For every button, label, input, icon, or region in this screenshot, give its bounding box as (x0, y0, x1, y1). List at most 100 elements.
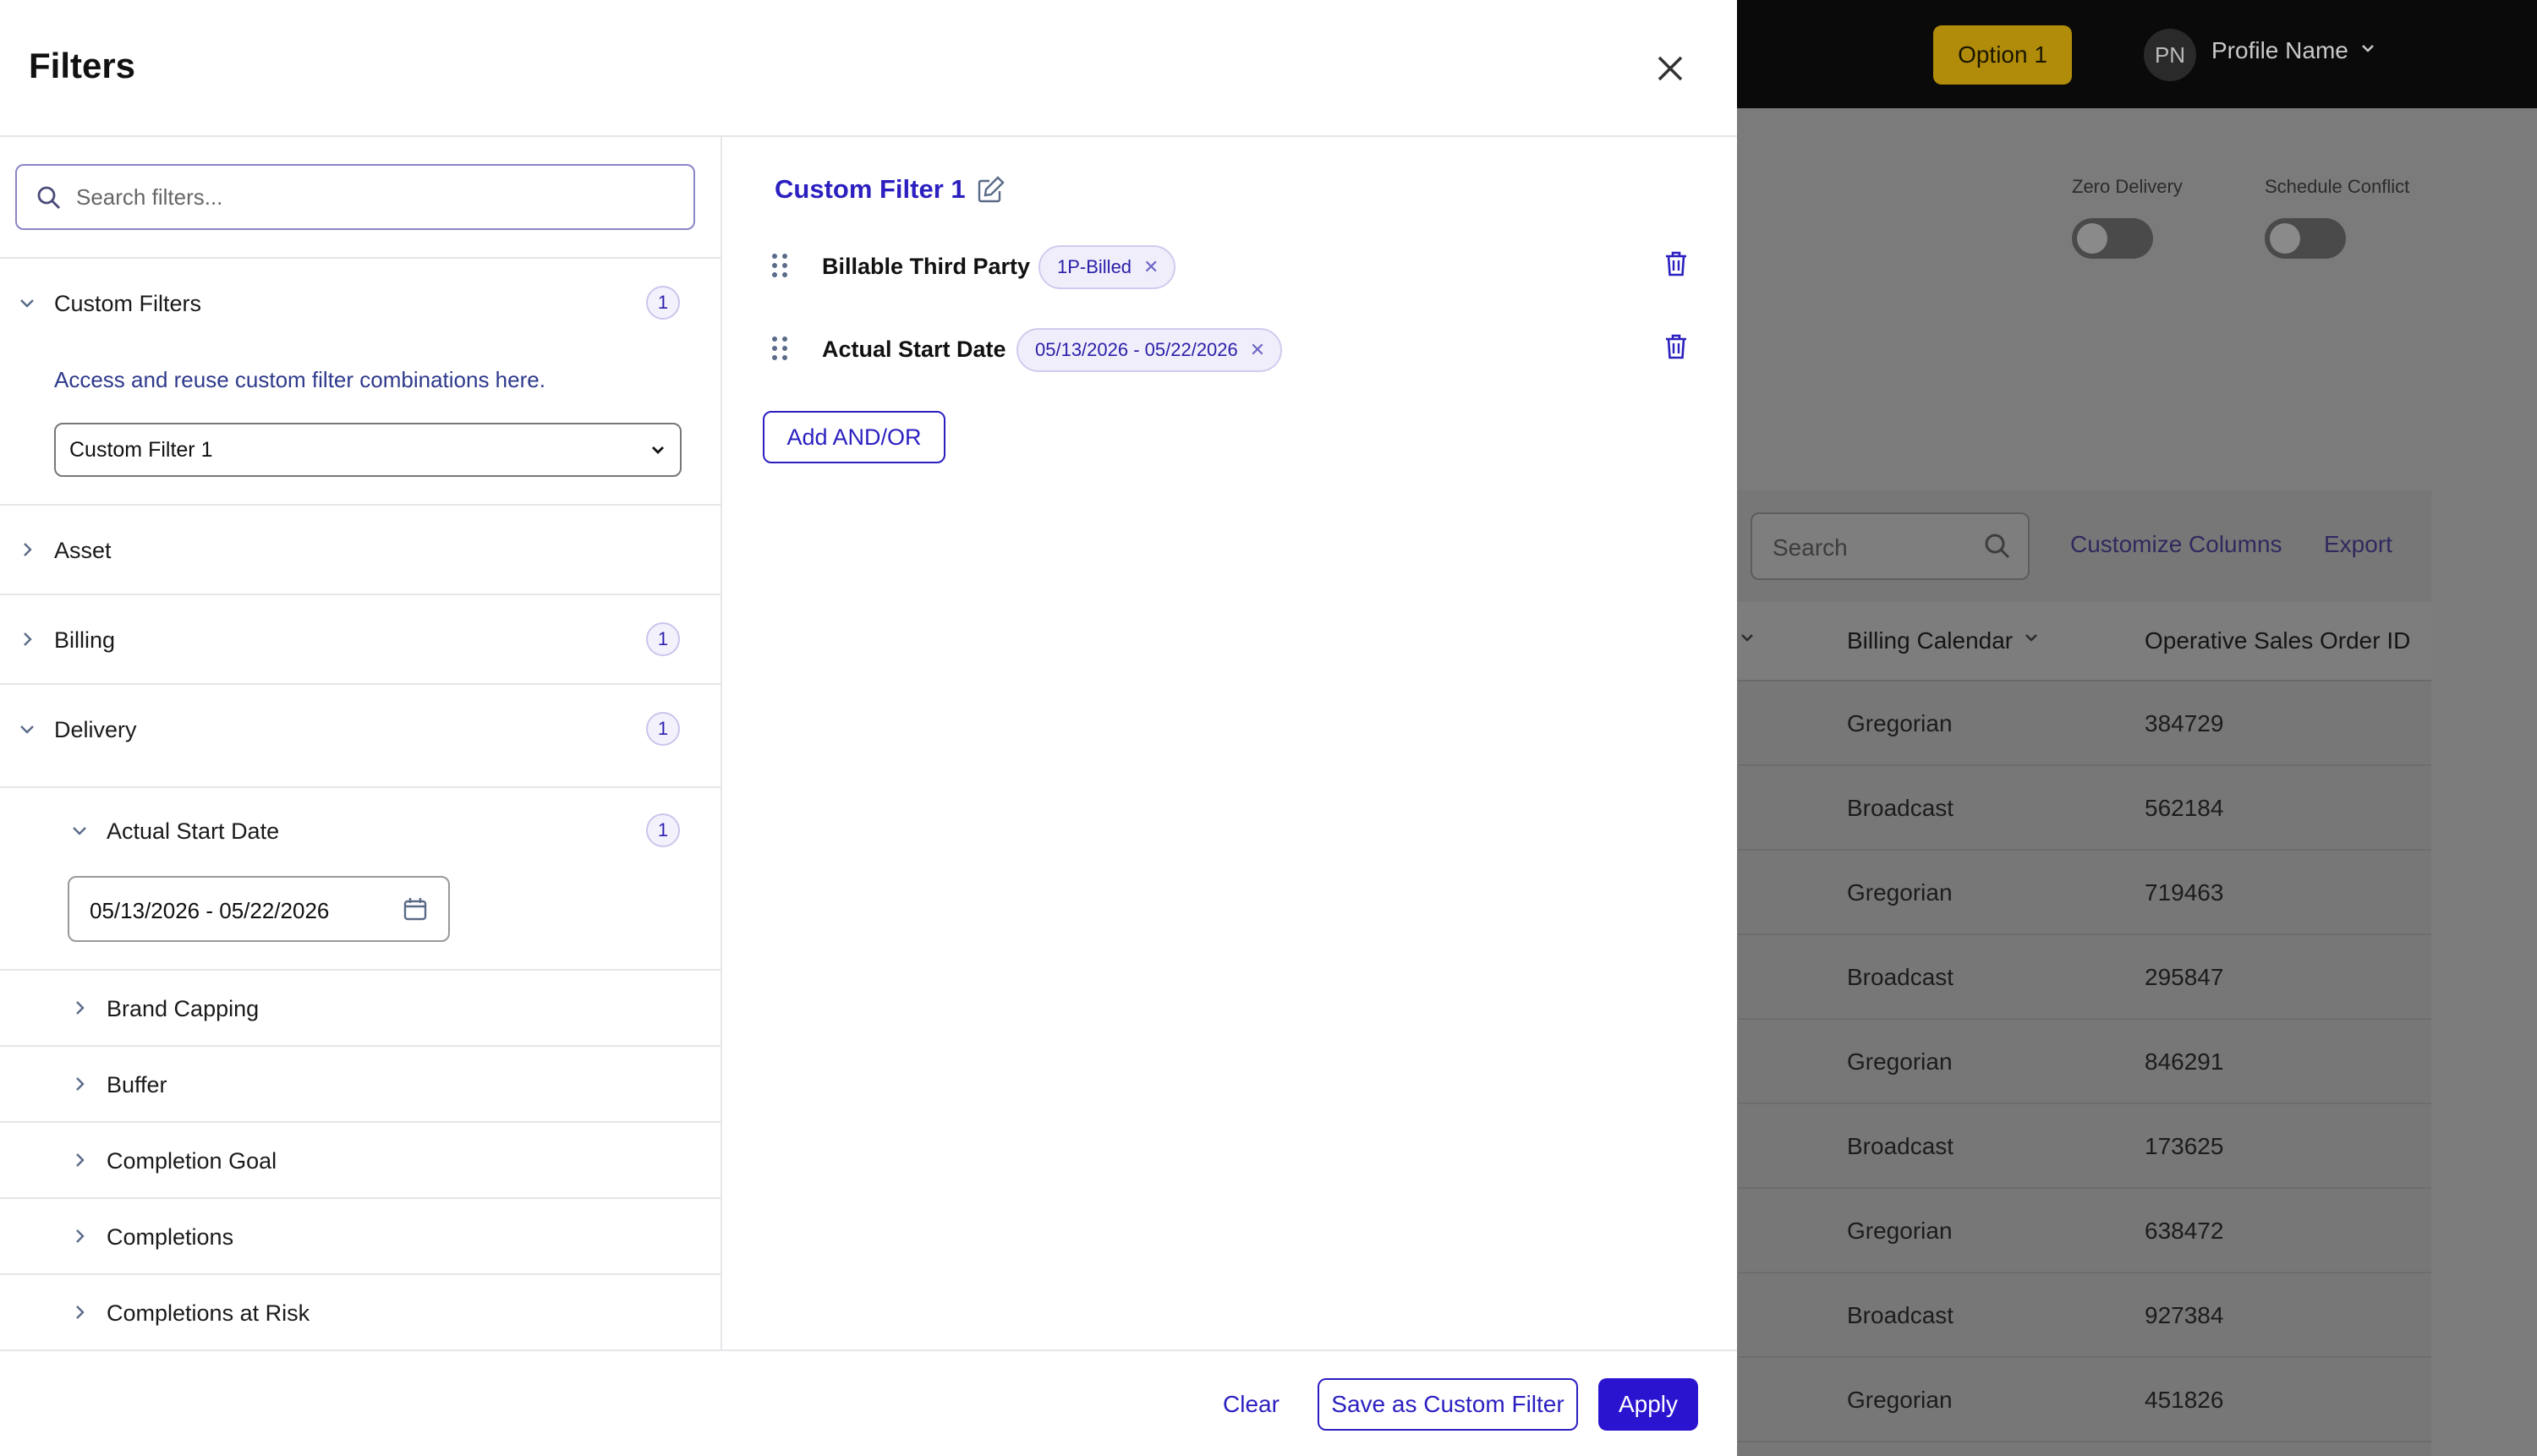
toggle-label-zero-delivery: Zero Delivery (2072, 176, 2183, 197)
chevron-right-icon (15, 538, 39, 561)
chevron-right-icon (15, 627, 39, 651)
filter-value-chip: 1P-Billed ✕ (1038, 245, 1176, 289)
modal-title: Filters (29, 46, 136, 85)
date-range-value: 05/13/2026 - 05/22/2026 (90, 898, 330, 923)
chevron-right-icon (68, 1224, 91, 1248)
toggle-label-schedule-conflict: Schedule Conflict (2265, 176, 2410, 197)
accordion-custom-filters[interactable]: Custom Filters 1 (0, 259, 721, 348)
accordion-completions-at-risk[interactable]: Completions at Risk (0, 1275, 721, 1349)
filters-modal: Filters Custom Filters 1 Access and reus… (0, 0, 1737, 1456)
accordion-label: Completion Goal (107, 1148, 277, 1174)
search-icon (37, 186, 60, 209)
chevron-right-icon (68, 1072, 91, 1096)
zero-delivery-toggle[interactable] (2072, 218, 2153, 259)
chevron-down-icon (648, 440, 668, 464)
add-and-or-button[interactable]: Add AND/OR (763, 411, 945, 463)
column-header-billing-calendar[interactable]: Billing Calendar (1847, 627, 2013, 654)
accordion-label: Asset (54, 538, 112, 563)
accordion-completions[interactable]: Completions (0, 1199, 721, 1273)
accordion-label: Billing (54, 627, 116, 653)
trash-icon[interactable] (1664, 333, 1688, 364)
drag-handle-icon[interactable] (770, 252, 790, 279)
table-row[interactable] (1738, 766, 2431, 851)
date-range-input[interactable]: 05/13/2026 - 05/22/2026 (68, 876, 450, 942)
billing-calendar-cell: Broadcast (1847, 795, 1954, 821)
order-id-cell: 173625 (2145, 1133, 2224, 1159)
apply-button[interactable]: Apply (1598, 1378, 1698, 1431)
table-row[interactable] (1738, 1273, 2431, 1358)
save-custom-filter-button[interactable]: Save as Custom Filter (1318, 1378, 1578, 1431)
accordion-delivery[interactable]: Delivery 1 (0, 685, 721, 786)
schedule-conflict-toggle[interactable] (2265, 218, 2346, 259)
filter-list-pane: Custom Filters 1 Access and reuse custom… (0, 137, 722, 1349)
filter-value-chip: 05/13/2026 - 05/22/2026 ✕ (1016, 328, 1283, 372)
accordion-buffer[interactable]: Buffer (0, 1047, 721, 1121)
table-row[interactable] (1738, 681, 2431, 766)
profile-name[interactable]: Profile Name (2211, 37, 2348, 64)
option-button[interactable]: Option 1 (1933, 25, 2072, 85)
accordion-actual-start-date[interactable]: Actual Start Date 1 (0, 788, 721, 864)
chip-label: 1P-Billed (1057, 256, 1132, 277)
search-icon (1982, 531, 2013, 561)
billing-calendar-cell: Broadcast (1847, 1133, 1954, 1159)
table-row[interactable] (1738, 935, 2431, 1020)
close-button[interactable] (1649, 47, 1691, 90)
filter-rule-row: Billable Third Party 1P-Billed ✕ (724, 235, 1737, 294)
chevron-down-icon (15, 291, 39, 315)
table-search-placeholder: Search (1773, 534, 1848, 561)
modal-header: Filters (0, 0, 1737, 137)
billing-calendar-cell: Broadcast (1847, 964, 1954, 990)
order-id-cell: 451826 (2145, 1387, 2224, 1413)
trash-icon[interactable] (1664, 250, 1688, 282)
chevron-down-icon (68, 818, 91, 842)
column-header-operative-sales-order-id[interactable]: Operative Sales Order ID (2145, 627, 2410, 654)
filter-search-input[interactable] (76, 178, 668, 216)
table-row[interactable] (1738, 1189, 2431, 1273)
customize-columns-link[interactable]: Customize Columns (2070, 531, 2282, 558)
order-id-cell: 295847 (2145, 964, 2224, 990)
chevron-right-icon (68, 996, 91, 1020)
order-id-cell: 384729 (2145, 710, 2224, 736)
count-badge: 1 (646, 622, 680, 656)
clear-button[interactable]: Clear (1209, 1378, 1293, 1431)
billing-calendar-cell: Gregorian (1847, 1387, 1953, 1413)
billing-calendar-cell: Gregorian (1847, 1218, 1953, 1244)
table-row[interactable] (1738, 1358, 2431, 1442)
accordion-label: Actual Start Date (107, 818, 280, 844)
order-id-cell: 562184 (2145, 795, 2224, 821)
table-row[interactable] (1738, 851, 2431, 935)
chip-label: 05/13/2026 - 05/22/2026 (1035, 339, 1238, 360)
export-link[interactable]: Export (2324, 531, 2392, 558)
rule-label: Actual Start Date (822, 337, 1006, 362)
filter-search-box[interactable] (15, 164, 695, 230)
chevron-down-icon[interactable] (2023, 629, 2040, 650)
filter-editor-pane: Custom Filter 1 Billable Third Party 1P-… (724, 137, 1737, 1349)
edit-icon[interactable] (976, 174, 1006, 209)
billing-calendar-cell: Gregorian (1847, 879, 1953, 906)
accordion-asset[interactable]: Asset (0, 506, 721, 594)
order-id-cell: 927384 (2145, 1302, 2224, 1328)
accordion-label: Completions at Risk (107, 1300, 310, 1326)
chevron-down-icon (15, 717, 39, 741)
remove-chip-icon[interactable]: ✕ (1250, 339, 1265, 361)
rule-label: Billable Third Party (822, 254, 1031, 279)
table-row[interactable] (1738, 1020, 2431, 1104)
accordion-billing[interactable]: Billing 1 (0, 595, 721, 683)
chevron-down-icon[interactable] (1739, 629, 1756, 650)
close-icon (1658, 56, 1683, 81)
chevron-down-icon[interactable] (2359, 39, 2376, 63)
drag-handle-icon[interactable] (770, 335, 790, 362)
table-search-input[interactable]: Search (1751, 512, 2030, 580)
custom-filter-select[interactable]: Custom Filter 1 (54, 423, 682, 477)
avatar[interactable]: PN (2144, 29, 2196, 81)
modal-footer: Clear Save as Custom Filter Apply (0, 1349, 1737, 1456)
accordion-completion-goal[interactable]: Completion Goal (0, 1123, 721, 1197)
custom-filter-select-value: Custom Filter 1 (69, 438, 213, 462)
remove-chip-icon[interactable]: ✕ (1143, 256, 1159, 278)
table-row[interactable] (1738, 1104, 2431, 1189)
calendar-icon (403, 896, 428, 926)
filter-rule-row: Actual Start Date 05/13/2026 - 05/22/202… (724, 318, 1737, 377)
accordion-label: Brand Capping (107, 996, 260, 1021)
order-id-cell: 846291 (2145, 1048, 2224, 1075)
accordion-brand-capping[interactable]: Brand Capping (0, 971, 721, 1045)
